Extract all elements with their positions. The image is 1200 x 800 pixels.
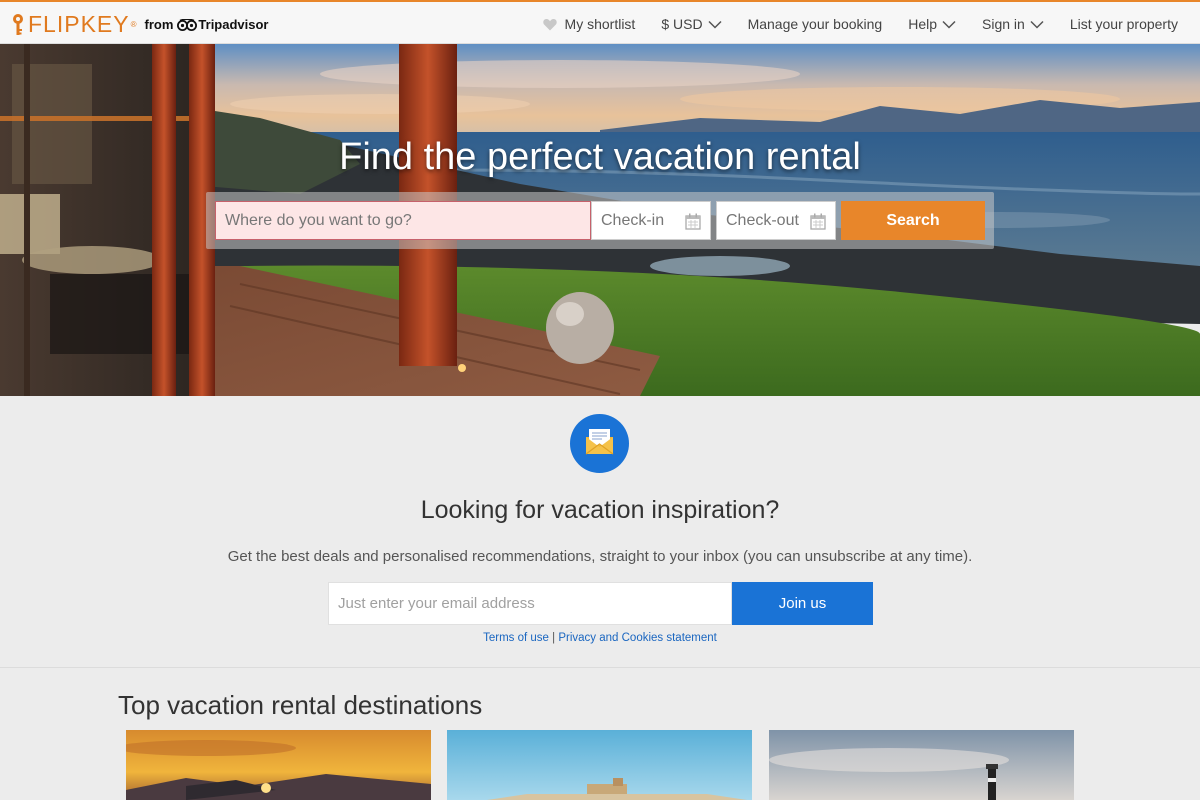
legal-separator: | (552, 632, 556, 644)
sign-in-label: Sign in (982, 16, 1025, 32)
help-menu[interactable]: Help (908, 16, 956, 32)
header-nav: My shortlist $ USD Manage your booking H… (517, 2, 1178, 46)
top-navigation-bar: FLIPKEY ® from Tripadvisor My shortlist … (0, 0, 1200, 44)
check-in-field[interactable]: Check-in (591, 201, 711, 240)
newsletter-subtitle: Get the best deals and personalised reco… (227, 548, 973, 565)
logo-from-label: from (144, 17, 174, 32)
heart-icon (542, 18, 557, 30)
email-input[interactable] (328, 582, 732, 625)
newsletter-title: Looking for vacation inspiration? (420, 496, 780, 524)
chevron-down-icon (942, 20, 956, 29)
hero-title: Find the perfect vacation rental (339, 136, 861, 178)
help-label: Help (908, 16, 938, 32)
envelope-icon (585, 429, 614, 455)
search-bar: Check-in Check-out Search (206, 192, 994, 249)
chevron-down-icon (1030, 20, 1044, 29)
destination-card[interactable] (126, 730, 431, 800)
manage-booking-label: Manage your booking (747, 16, 883, 32)
destination-card-image (447, 730, 752, 800)
search-button[interactable]: Search (841, 201, 985, 240)
sign-in-menu[interactable]: Sign in (982, 16, 1044, 32)
destination-card-image (769, 730, 1074, 800)
my-shortlist-link[interactable]: My shortlist (542, 16, 636, 32)
join-us-button[interactable]: Join us (732, 582, 873, 625)
key-logo-icon (13, 13, 23, 35)
flipkey-logo[interactable]: FLIPKEY ® from Tripadvisor (10, 11, 268, 38)
privacy-cookies-link[interactable]: Privacy and Cookies statement (558, 632, 717, 644)
destination-card-image (126, 730, 431, 800)
tripadvisor-owl-icon (177, 18, 198, 31)
tripadvisor-wordmark: Tripadvisor (198, 17, 269, 32)
check-out-label: Check-out (726, 211, 799, 229)
hero-banner: Find the perfect vacation rental Check-i… (0, 44, 1200, 396)
logo-trademark: ® (130, 20, 137, 29)
calendar-icon (685, 213, 701, 230)
destination-search-input[interactable] (215, 201, 591, 240)
chevron-down-icon (708, 20, 722, 29)
check-out-field[interactable]: Check-out (716, 201, 836, 240)
list-your-property-link[interactable]: List your property (1070, 16, 1178, 32)
newsletter-badge (570, 414, 629, 473)
manage-booking-link[interactable]: Manage your booking (748, 16, 883, 32)
terms-of-use-link[interactable]: Terms of use (483, 632, 549, 644)
calendar-icon (810, 213, 826, 230)
check-in-label: Check-in (601, 211, 665, 229)
destination-card[interactable] (447, 730, 752, 800)
destination-card[interactable] (769, 730, 1074, 800)
newsletter-section: Looking for vacation inspiration? Get th… (0, 396, 1200, 668)
list-your-property-label: List your property (1069, 16, 1178, 32)
legal-links: Terms of use | Privacy and Cookies state… (0, 632, 1200, 644)
logo-wordmark: FLIPKEY (28, 11, 130, 37)
my-shortlist-label: My shortlist (564, 16, 636, 32)
currency-label: $ USD (661, 16, 703, 32)
destinations-heading: Top vacation rental destinations (118, 690, 483, 720)
currency-selector[interactable]: $ USD (661, 16, 722, 32)
